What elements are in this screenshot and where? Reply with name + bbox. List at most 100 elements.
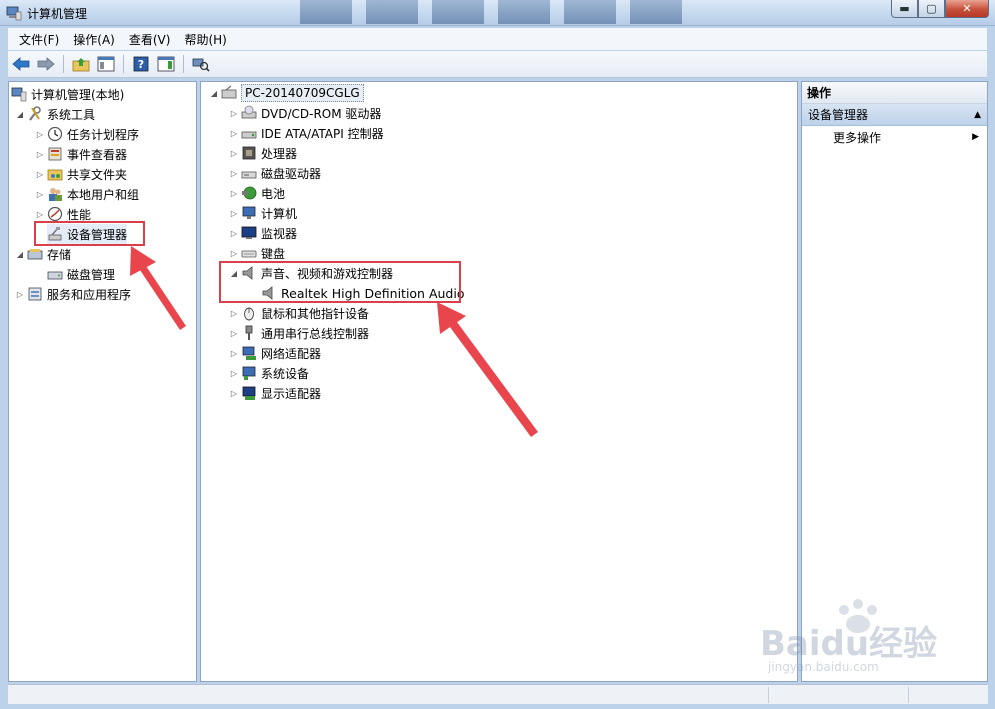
highlight-sound-controllers (219, 261, 461, 303)
collapsed-triangle-icon[interactable]: ▷ (229, 369, 239, 378)
device-category-display[interactable]: ▷ 显示适配器 (229, 383, 321, 403)
actions-header: 操作 (802, 82, 987, 104)
ide-controller-icon (241, 125, 257, 141)
toolbar: ? (8, 51, 987, 78)
tree-item-system-tools[interactable]: ◢ 系统工具 (15, 104, 95, 124)
mouse-icon (241, 305, 257, 321)
close-button[interactable]: ✕ (945, 0, 989, 18)
device-category-keyboard[interactable]: ▷ 键盘 (229, 243, 285, 263)
device-category-monitors[interactable]: ▷ 监视器 (229, 223, 297, 243)
tree-item-event-viewer[interactable]: ▷ 事件查看器 (35, 144, 127, 164)
device-category-computer[interactable]: ▷ 计算机 (229, 203, 297, 223)
storage-icon (27, 246, 43, 262)
collapsed-triangle-icon[interactable]: ▷ (229, 109, 239, 118)
collapsed-triangle-icon[interactable]: ▷ (229, 329, 239, 338)
monitor-icon (241, 205, 257, 221)
collapsed-triangle-icon[interactable]: ▷ (229, 309, 239, 318)
show-action-pane-button[interactable] (155, 53, 177, 75)
device-category-disk-drives[interactable]: ▷ 磁盘驱动器 (229, 163, 321, 183)
more-actions-item[interactable]: 更多操作 ▶ (802, 126, 987, 148)
console-tree-icon (97, 56, 115, 72)
collapsed-triangle-icon[interactable]: ▷ (229, 129, 239, 138)
expanded-triangle-icon[interactable]: ◢ (15, 250, 25, 259)
tree-item-services-applications[interactable]: ▷ 服务和应用程序 (15, 284, 131, 304)
navigation-tree-pane: 计算机管理(本地) ◢ 系统工具 ▷ 任务计划程序 ▷ 事件查看器 ▷ 共享文件… (8, 81, 197, 682)
collapsed-triangle-icon[interactable]: ▷ (229, 189, 239, 198)
keyboard-icon (241, 245, 257, 261)
collapsed-triangle-icon[interactable]: ▷ (229, 229, 239, 238)
action-pane-icon (157, 56, 175, 72)
menu-view[interactable]: 查看(V) (122, 31, 178, 48)
minimize-button[interactable]: ▬ (891, 0, 918, 18)
help-button[interactable]: ? (130, 53, 152, 75)
collapsed-triangle-icon[interactable]: ▷ (35, 190, 45, 199)
monitor-icon (241, 225, 257, 241)
maximize-button[interactable]: ▢ (918, 0, 945, 18)
battery-icon (241, 185, 257, 201)
collapsed-triangle-icon[interactable]: ▷ (229, 349, 239, 358)
tree-item-storage[interactable]: ◢ 存储 (15, 244, 71, 264)
scan-hardware-icon (192, 58, 210, 72)
back-button[interactable] (10, 53, 32, 75)
menu-action[interactable]: 操作(A) (66, 31, 122, 48)
device-category-dvd[interactable]: ▷ DVD/CD-ROM 驱动器 (229, 103, 381, 123)
status-bar (8, 684, 988, 704)
forward-button[interactable] (35, 53, 57, 75)
forward-arrow-icon (37, 57, 55, 71)
clock-icon (47, 126, 63, 142)
device-category-usb[interactable]: ▷ 通用串行总线控制器 (229, 323, 369, 343)
collapsed-triangle-icon[interactable]: ▷ (229, 389, 239, 398)
chevron-right-icon: ▶ (972, 132, 979, 142)
device-category-network[interactable]: ▷ 网络适配器 (229, 343, 321, 363)
actions-pane: 操作 设备管理器 ▲ 更多操作 ▶ (801, 81, 988, 682)
actions-section-device-manager[interactable]: 设备管理器 ▲ (802, 104, 987, 126)
tree-item-task-scheduler[interactable]: ▷ 任务计划程序 (35, 124, 139, 144)
collapsed-triangle-icon[interactable]: ▷ (35, 170, 45, 179)
highlight-device-manager (34, 221, 145, 246)
device-category-battery[interactable]: ▷ 电池 (229, 183, 285, 203)
tools-icon (27, 106, 43, 122)
menu-file[interactable]: 文件(F) (12, 31, 66, 48)
svg-text:?: ? (138, 58, 144, 71)
collapsed-triangle-icon[interactable]: ▷ (15, 290, 25, 299)
title-bar: 计算机管理 ▬ ▢ ✕ (0, 0, 995, 26)
menu-help[interactable]: 帮助(H) (177, 31, 233, 48)
device-category-mouse[interactable]: ▷ 鼠标和其他指针设备 (229, 303, 369, 323)
toolbar-separator (123, 55, 124, 73)
tree-item-disk-management[interactable]: 磁盘管理 (47, 264, 115, 284)
show-hide-tree-button[interactable] (95, 53, 117, 75)
tree-item-local-users[interactable]: ▷ 本地用户和组 (35, 184, 139, 204)
toolbar-separator (63, 55, 64, 73)
toolbar-separator (183, 55, 184, 73)
performance-gauge-icon (47, 206, 63, 222)
collapsed-triangle-icon[interactable]: ▷ (229, 169, 239, 178)
usb-connector-icon (241, 325, 257, 341)
collapsed-triangle-icon[interactable]: ▷ (35, 210, 45, 219)
tree-item-root[interactable]: 计算机管理(本地) (11, 84, 124, 104)
back-arrow-icon (12, 57, 30, 71)
network-adapter-icon (241, 345, 257, 361)
device-category-system[interactable]: ▷ 系统设备 (229, 363, 309, 383)
system-device-icon (241, 365, 257, 381)
processor-chip-icon (241, 145, 257, 161)
baidu-watermark: Baidu经验 jingyan.baidu.com (760, 599, 990, 682)
expanded-triangle-icon[interactable]: ◢ (209, 89, 219, 98)
collapse-up-icon[interactable]: ▲ (974, 110, 981, 120)
collapsed-triangle-icon[interactable]: ▷ (229, 249, 239, 258)
collapsed-triangle-icon[interactable]: ▷ (229, 209, 239, 218)
device-category-processor[interactable]: ▷ 处理器 (229, 143, 297, 163)
collapsed-triangle-icon[interactable]: ▷ (229, 149, 239, 158)
device-category-ide[interactable]: ▷ IDE ATA/ATAPI 控制器 (229, 123, 384, 143)
window-title: 计算机管理 (27, 7, 88, 21)
collapsed-triangle-icon[interactable]: ▷ (35, 150, 45, 159)
up-level-button[interactable] (70, 53, 92, 75)
services-icon (27, 286, 43, 302)
help-icon: ? (133, 56, 149, 72)
folder-up-icon (72, 58, 90, 72)
expanded-triangle-icon[interactable]: ◢ (15, 110, 25, 119)
device-root-computer[interactable]: ◢ PC-20140709CGLG (209, 83, 364, 103)
scan-hardware-button[interactable] (190, 53, 212, 75)
collapsed-triangle-icon[interactable]: ▷ (35, 130, 45, 139)
tree-item-shared-folders[interactable]: ▷ 共享文件夹 (35, 164, 127, 184)
computer-management-icon (11, 86, 27, 102)
